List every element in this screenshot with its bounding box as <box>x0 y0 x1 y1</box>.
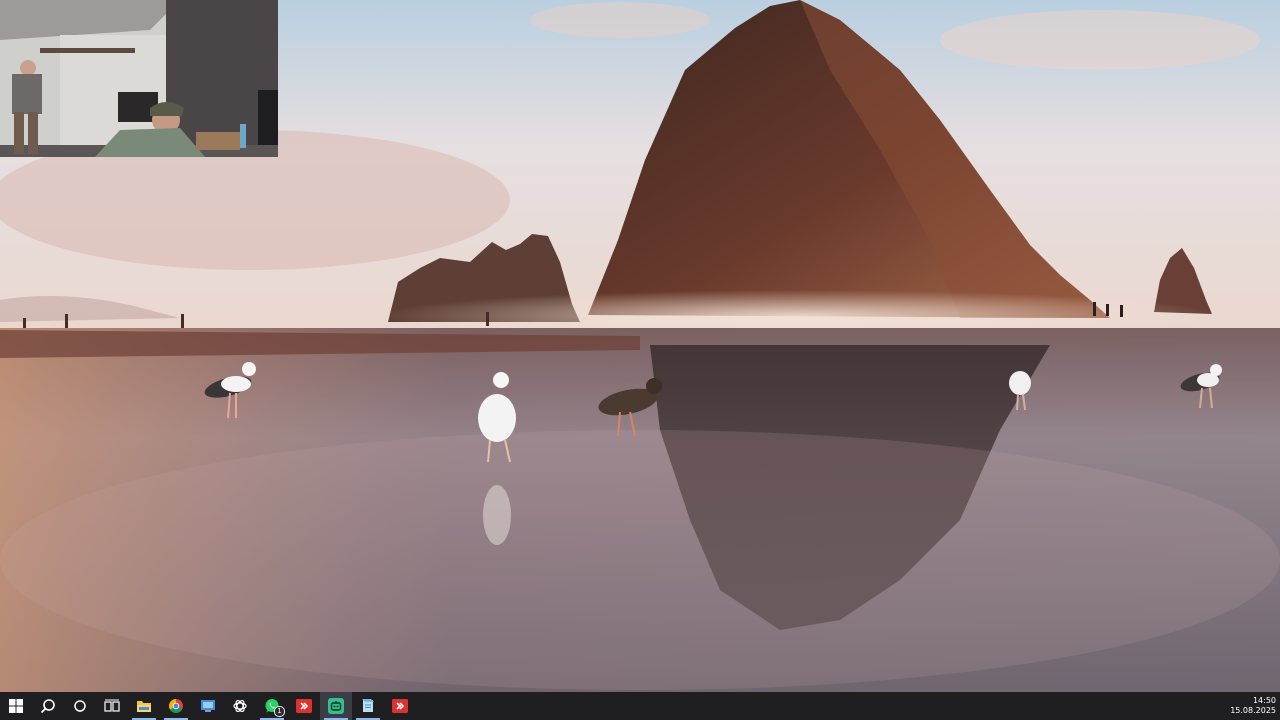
remote-desktop-button[interactable] <box>192 692 224 720</box>
task-view-button[interactable] <box>96 692 128 720</box>
red-app-button[interactable] <box>288 692 320 720</box>
clock-time: 14:50 <box>1252 696 1276 705</box>
webcam-overlay <box>0 0 278 157</box>
notepad-button[interactable] <box>352 692 384 720</box>
desktop[interactable] <box>0 0 1280 692</box>
chrome-icon <box>169 699 183 713</box>
windows-logo-icon <box>9 699 23 713</box>
notification-badge: 1 <box>274 706 285 717</box>
chrome-button[interactable] <box>160 692 192 720</box>
circle-icon <box>74 700 86 712</box>
openai-icon <box>233 699 247 713</box>
clock-date: 15.08.2025 <box>1230 706 1276 715</box>
green-app-icon <box>328 698 344 714</box>
webcam-video-frame <box>0 0 278 157</box>
red-app-icon <box>392 699 408 713</box>
search-button[interactable] <box>32 692 64 720</box>
cortana-button[interactable] <box>64 692 96 720</box>
task-view-icon <box>104 699 120 712</box>
search-icon <box>40 699 55 714</box>
start-button[interactable] <box>0 692 32 720</box>
whatsapp-button[interactable]: 1 <box>256 692 288 720</box>
green-app-button[interactable] <box>320 692 352 720</box>
folder-icon <box>137 701 151 712</box>
chatgpt-button[interactable] <box>224 692 256 720</box>
file-explorer-button[interactable] <box>128 692 160 720</box>
remote-desktop-icon <box>201 700 215 712</box>
system-clock[interactable]: 14:50 15.08.2025 <box>1230 692 1276 720</box>
taskbar: 1 14:50 15.08.2025 <box>0 692 1280 720</box>
notepad-icon <box>362 699 374 712</box>
red-app-2-button[interactable] <box>384 692 416 720</box>
red-app-icon <box>296 699 312 713</box>
